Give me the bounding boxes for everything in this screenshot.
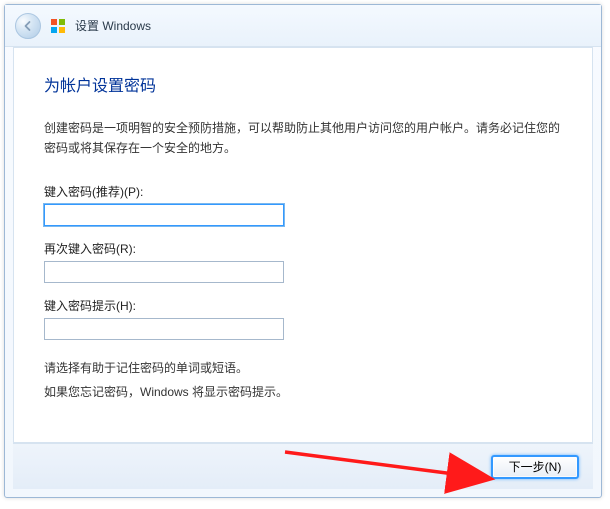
titlebar: 设置 Windows bbox=[5, 5, 601, 47]
page-description: 创建密码是一项明智的安全预防措施，可以帮助防止其他用户访问您的用户帐户。请务必记… bbox=[44, 118, 562, 159]
setup-window: 设置 Windows 为帐户设置密码 创建密码是一项明智的安全预防措施，可以帮助… bbox=[4, 4, 602, 498]
password-hint-input[interactable] bbox=[44, 318, 284, 340]
page-heading: 为帐户设置密码 bbox=[44, 72, 562, 96]
windows-flag-icon bbox=[49, 17, 67, 35]
hint-help-line1: 请选择有助于记住密码的单词或短语。 bbox=[44, 358, 562, 378]
next-button[interactable]: 下一步(N) bbox=[491, 455, 579, 479]
content-area: 为帐户设置密码 创建密码是一项明智的安全预防措施，可以帮助防止其他用户访问您的用… bbox=[13, 47, 593, 443]
confirm-password-label: 再次键入密码(R): bbox=[44, 240, 562, 257]
titlebar-title: 设置 Windows bbox=[75, 17, 151, 34]
footer-bar: 下一步(N) bbox=[13, 443, 593, 489]
hint-help-line2: 如果您忘记密码，Windows 将显示密码提示。 bbox=[44, 382, 562, 402]
back-button[interactable] bbox=[15, 13, 41, 39]
back-arrow-icon bbox=[22, 20, 34, 32]
password-hint-label: 键入密码提示(H): bbox=[44, 297, 562, 314]
confirm-password-input[interactable] bbox=[44, 261, 284, 283]
password-input[interactable] bbox=[44, 204, 284, 226]
password-label: 键入密码(推荐)(P): bbox=[44, 183, 562, 200]
